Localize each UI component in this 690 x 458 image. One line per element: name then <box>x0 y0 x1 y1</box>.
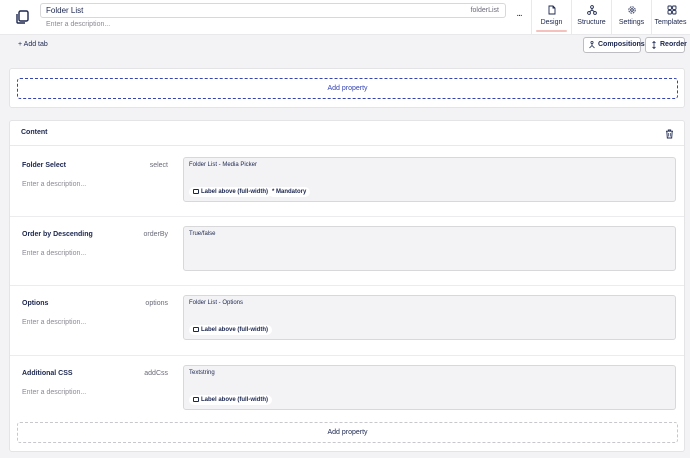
property-name[interactable]: Order by Descending <box>22 231 93 238</box>
label-position-chip: Label above (full-width) <box>189 187 272 197</box>
divider <box>10 355 684 356</box>
label-above-icon <box>193 397 199 402</box>
property-name[interactable]: Additional CSS <box>22 370 73 377</box>
structure-icon <box>587 5 597 15</box>
compositions-button[interactable]: Compositions <box>583 37 645 53</box>
property-alias[interactable]: addCss <box>144 370 168 377</box>
property-editor-type: Textstring <box>189 370 215 376</box>
more-options-button[interactable]: ... <box>512 9 526 23</box>
gear-icon <box>628 6 636 14</box>
trash-icon[interactable] <box>665 129 674 139</box>
divider <box>10 285 684 286</box>
reorder-icon <box>652 41 656 49</box>
label-above-icon <box>193 189 199 194</box>
document-type-icon[interactable] <box>14 9 30 25</box>
description-input[interactable]: Enter a description... <box>46 21 110 28</box>
chip-text: Label above (full-width) <box>201 189 268 195</box>
document-type-name-input[interactable]: Folder List folderList <box>40 3 506 18</box>
property-name[interactable]: Folder Select <box>22 162 66 169</box>
property-description[interactable]: Enter a description... <box>22 319 86 326</box>
add-property-button[interactable]: Add property <box>17 422 678 443</box>
label-position-chip: Label above (full-width) <box>189 395 272 405</box>
tab-templates[interactable]: Templates <box>651 0 689 35</box>
design-toolbar: + Add tab Compositions Reorder <box>0 36 690 56</box>
tab-label: Templates <box>654 19 687 26</box>
name-value: Folder List <box>46 6 84 15</box>
workspace-header: Folder List folderList Enter a descripti… <box>0 0 690 35</box>
document-icon <box>548 5 556 15</box>
tab-label: Settings <box>618 19 645 26</box>
mandatory-chip: * Mandatory <box>268 187 311 197</box>
reorder-button[interactable]: Reorder <box>645 37 687 53</box>
property-editor-preview[interactable]: Textstring Label above (full-width) <box>183 365 676 410</box>
compositions-label: Compositions <box>598 41 645 48</box>
property-editor-type: Folder List - Options <box>189 300 244 306</box>
property-editor-preview[interactable]: Folder List - Options Label above (full-… <box>183 295 676 340</box>
tab-structure[interactable]: Structure <box>571 0 611 35</box>
chip-text: Label above (full-width) <box>201 327 268 333</box>
divider <box>10 216 684 217</box>
property-name[interactable]: Options <box>22 300 48 307</box>
property-alias[interactable]: orderBy <box>143 231 168 238</box>
templates-icon <box>667 5 677 15</box>
compositions-icon <box>589 41 595 49</box>
property-description[interactable]: Enter a description... <box>22 181 86 188</box>
property-editor-type: Folder List - Media Picker <box>189 162 258 168</box>
label-above-icon <box>193 327 199 332</box>
content-group: Content Folder Select select Enter a des… <box>9 120 685 452</box>
group-title[interactable]: Content <box>21 129 47 136</box>
label-position-chip: Label above (full-width) <box>189 325 272 335</box>
property-alias[interactable]: select <box>150 162 168 169</box>
property-alias[interactable]: options <box>145 300 168 307</box>
add-property-button[interactable]: Add property <box>17 78 678 99</box>
property-description[interactable]: Enter a description... <box>22 250 86 257</box>
property-editor-preview[interactable]: Folder List - Media Picker Label above (… <box>183 157 676 202</box>
tab-label: Structure <box>577 19 606 26</box>
property-editor-preview[interactable]: True/false <box>183 226 676 271</box>
property-editor-type: True/false <box>189 231 216 237</box>
unnamed-group: Add property <box>9 68 685 108</box>
reorder-label: Reorder <box>660 41 687 48</box>
alias-value[interactable]: folderList <box>471 7 499 14</box>
chip-text: Label above (full-width) <box>201 397 268 403</box>
group-header: Content <box>10 121 684 146</box>
property-description[interactable]: Enter a description... <box>22 389 86 396</box>
tab-settings[interactable]: Settings <box>611 0 651 35</box>
tab-design[interactable]: Design <box>531 0 571 35</box>
view-tabs: Design Structure Settings Templates <box>531 0 689 35</box>
add-tab-button[interactable]: + Add tab <box>18 41 48 48</box>
tab-label: Design <box>540 19 563 26</box>
